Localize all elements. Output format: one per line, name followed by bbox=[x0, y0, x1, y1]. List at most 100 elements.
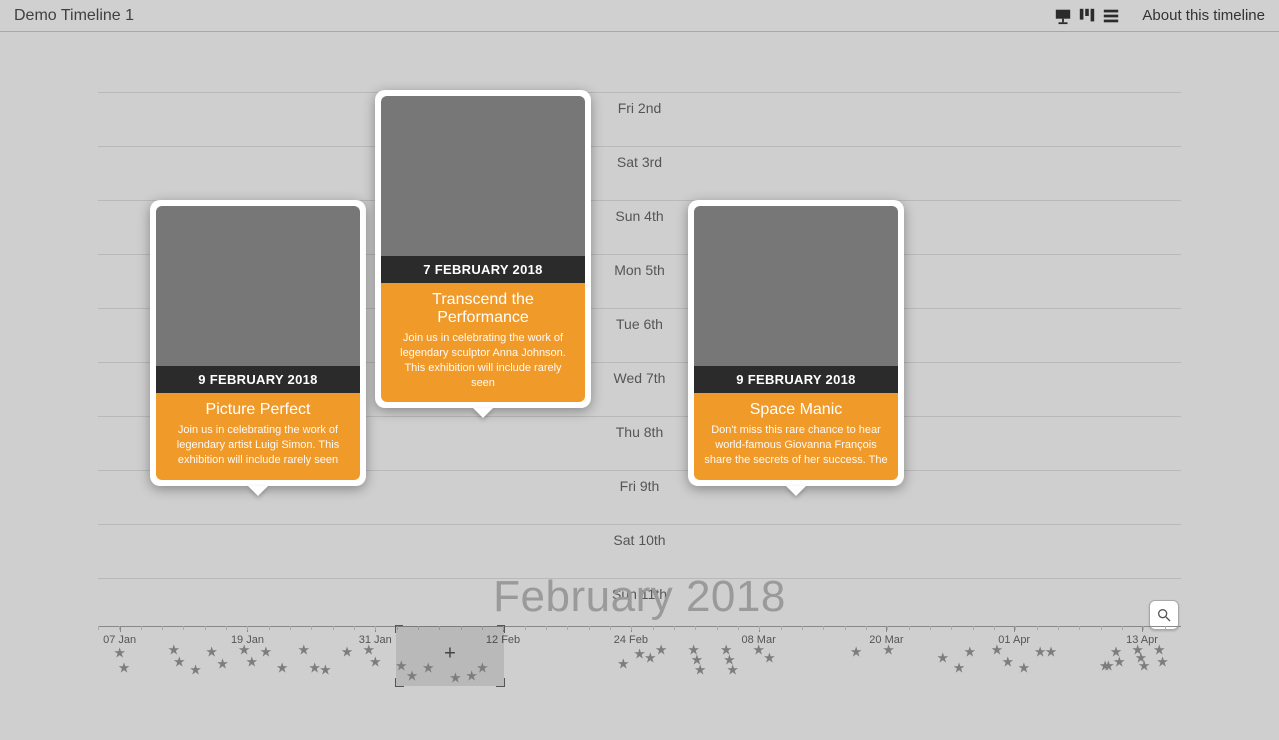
event-marker-star-icon[interactable]: ★ bbox=[319, 662, 332, 679]
ruler-minor-tick bbox=[610, 626, 611, 630]
ruler-minor-tick bbox=[973, 626, 974, 630]
day-label: Thu 8th bbox=[616, 424, 663, 440]
day-gridline bbox=[98, 146, 1181, 147]
ruler-minor-tick bbox=[183, 626, 184, 630]
day-label: Tue 6th bbox=[616, 316, 663, 332]
view-mode-columns-icon[interactable] bbox=[1078, 7, 1096, 25]
event-marker-star-icon[interactable]: ★ bbox=[882, 642, 895, 659]
top-bar-right: About this timeline bbox=[1054, 7, 1265, 25]
ruler-minor-tick bbox=[375, 626, 376, 630]
ruler-minor-tick bbox=[1101, 626, 1102, 630]
day-label: Sun 4th bbox=[615, 208, 663, 224]
view-mode-standard-icon[interactable] bbox=[1054, 7, 1072, 25]
event-marker-star-icon[interactable]: ★ bbox=[763, 650, 776, 667]
ruler-minor-tick bbox=[674, 626, 675, 630]
ruler-minor-tick bbox=[781, 626, 782, 630]
ruler-baseline bbox=[98, 626, 1181, 627]
event-marker-star-icon[interactable]: ★ bbox=[369, 654, 382, 671]
ruler-minor-tick bbox=[1015, 626, 1016, 630]
day-label: Mon 5th bbox=[614, 262, 665, 278]
ruler-minor-tick bbox=[717, 626, 718, 630]
day-label: Fri 9th bbox=[620, 478, 660, 494]
event-marker-star-icon[interactable]: ★ bbox=[422, 660, 435, 677]
month-heading: February 2018 bbox=[493, 572, 786, 622]
about-link[interactable]: About this timeline bbox=[1142, 7, 1265, 24]
ruler-minor-tick bbox=[1165, 626, 1166, 630]
ruler-minor-tick bbox=[546, 626, 547, 630]
page-title: Demo Timeline 1 bbox=[14, 7, 134, 25]
timeline-ruler[interactable]: 07 Jan19 Jan31 Jan12 Feb24 Feb08 Mar20 M… bbox=[98, 626, 1181, 712]
event-marker-star-icon[interactable]: ★ bbox=[1156, 654, 1169, 671]
event-marker-star-icon[interactable]: ★ bbox=[1113, 654, 1126, 671]
event-marker-star-icon[interactable]: ★ bbox=[1138, 658, 1151, 675]
ruler-minor-tick bbox=[311, 626, 312, 630]
ruler-minor-tick bbox=[1079, 626, 1080, 630]
event-marker-star-icon[interactable]: ★ bbox=[1045, 644, 1058, 661]
event-marker-star-icon[interactable]: ★ bbox=[297, 642, 310, 659]
card-pointer-icon bbox=[473, 408, 493, 418]
ruler-minor-tick bbox=[802, 626, 803, 630]
ruler-minor-tick bbox=[141, 626, 142, 630]
day-label: Wed 7th bbox=[614, 370, 666, 386]
ruler-minor-tick bbox=[290, 626, 291, 630]
day-label: Fri 2nd bbox=[618, 100, 662, 116]
event-marker-star-icon[interactable]: ★ bbox=[694, 662, 707, 679]
card-image bbox=[381, 96, 585, 256]
event-marker-star-icon[interactable]: ★ bbox=[246, 654, 259, 671]
ruler-minor-tick bbox=[1058, 626, 1059, 630]
event-marker-star-icon[interactable]: ★ bbox=[617, 656, 630, 673]
event-marker-star-icon[interactable]: ★ bbox=[655, 642, 668, 659]
card-description: Join us in celebrating the work of legen… bbox=[391, 331, 575, 390]
card-title: Space Manic bbox=[704, 401, 888, 419]
event-marker-star-icon[interactable]: ★ bbox=[1001, 654, 1014, 671]
ruler-minor-tick bbox=[887, 626, 888, 630]
timeline-stage[interactable]: Fri 2ndSat 3rdSun 4thMon 5thTue 6thWed 7… bbox=[0, 32, 1279, 740]
ruler-minor-tick bbox=[247, 626, 248, 630]
ruler-minor-tick bbox=[909, 626, 910, 630]
event-card[interactable]: 9 FEBRUARY 2018Space ManicDon't miss thi… bbox=[688, 200, 904, 486]
event-marker-star-icon[interactable]: ★ bbox=[173, 654, 186, 671]
ruler-minor-tick bbox=[205, 626, 206, 630]
event-marker-star-icon[interactable]: ★ bbox=[726, 662, 739, 679]
event-marker-star-icon[interactable]: ★ bbox=[1018, 660, 1031, 677]
ruler-minor-tick bbox=[866, 626, 867, 630]
ruler-minor-tick bbox=[269, 626, 270, 630]
day-gridline bbox=[98, 524, 1181, 525]
card-date: 7 FEBRUARY 2018 bbox=[381, 256, 585, 283]
ruler-minor-tick bbox=[845, 626, 846, 630]
event-marker-star-icon[interactable]: ★ bbox=[936, 650, 949, 667]
ruler-minor-tick bbox=[589, 626, 590, 630]
ruler-minor-tick bbox=[1122, 626, 1123, 630]
ruler-minor-tick bbox=[333, 626, 334, 630]
event-marker-star-icon[interactable]: ★ bbox=[260, 644, 273, 661]
search-icon bbox=[1156, 607, 1172, 623]
event-card[interactable]: 9 FEBRUARY 2018Picture PerfectJoin us in… bbox=[150, 200, 366, 486]
event-marker-star-icon[interactable]: ★ bbox=[341, 644, 354, 661]
card-body: Picture PerfectJoin us in celebrating th… bbox=[156, 393, 360, 480]
ruler-minor-tick bbox=[119, 626, 120, 630]
card-title: Transcend the Performance bbox=[391, 291, 575, 327]
event-marker-star-icon[interactable]: ★ bbox=[449, 670, 462, 687]
ruler-minor-tick bbox=[930, 626, 931, 630]
ruler-minor-tick bbox=[525, 626, 526, 630]
card-body: Space ManicDon't miss this rare chance t… bbox=[694, 393, 898, 480]
ruler-minor-tick bbox=[759, 626, 760, 630]
day-gridline bbox=[98, 92, 1181, 93]
event-marker-star-icon[interactable]: ★ bbox=[189, 662, 202, 679]
card-body: Transcend the Performance Join us in cele… bbox=[381, 283, 585, 402]
event-marker-star-icon[interactable]: ★ bbox=[406, 668, 419, 685]
event-marker-star-icon[interactable]: ★ bbox=[216, 656, 229, 673]
card-image bbox=[694, 206, 898, 366]
event-marker-star-icon[interactable]: ★ bbox=[953, 660, 966, 677]
event-marker-star-icon[interactable]: ★ bbox=[850, 644, 863, 661]
event-marker-star-icon[interactable]: ★ bbox=[276, 660, 289, 677]
event-card[interactable]: 7 FEBRUARY 2018Transcend the Performance… bbox=[375, 90, 591, 408]
event-marker-star-icon[interactable]: ★ bbox=[476, 660, 489, 677]
event-marker-star-icon[interactable]: ★ bbox=[118, 660, 131, 677]
view-mode-list-icon[interactable] bbox=[1102, 7, 1120, 25]
event-marker-star-icon[interactable]: ★ bbox=[964, 644, 977, 661]
ruler-minor-tick bbox=[738, 626, 739, 630]
ruler-minor-tick bbox=[823, 626, 824, 630]
ruler-minor-tick bbox=[695, 626, 696, 630]
ruler-minor-tick bbox=[98, 626, 99, 630]
